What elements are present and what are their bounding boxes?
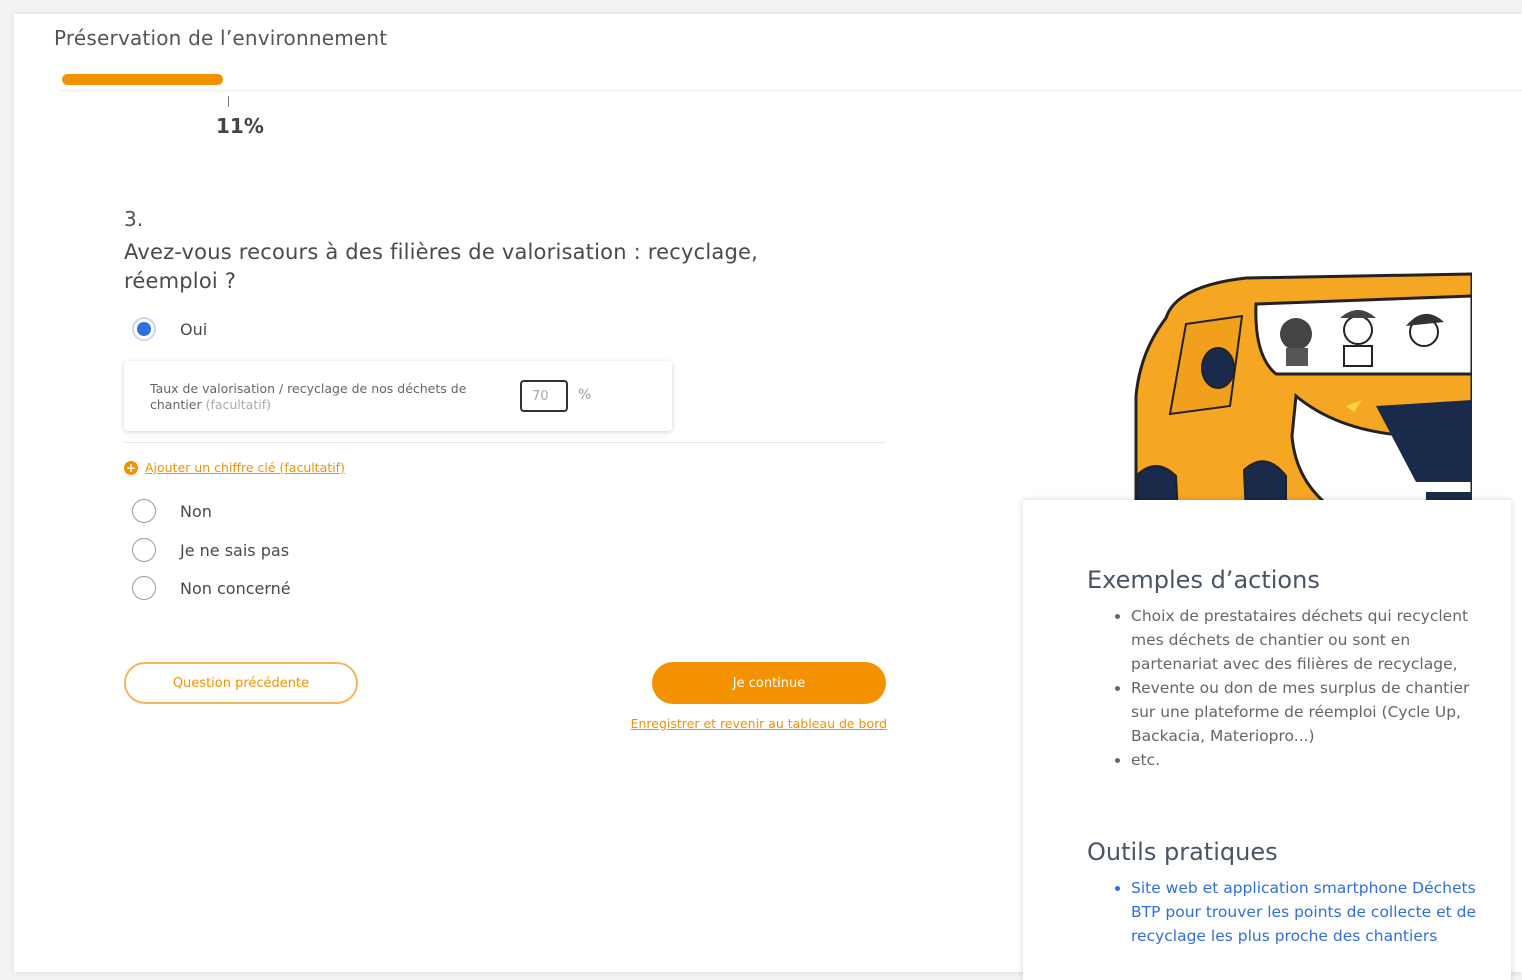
recycling-rate-label: Taux de valorisation / recyclage de nos …	[150, 381, 467, 412]
recycling-rate-card: Taux de valorisation / recyclage de nos …	[124, 361, 672, 431]
recycling-rate-input[interactable]	[520, 380, 568, 412]
option-non-concerne[interactable]: Non concerné	[132, 576, 291, 600]
percent-unit: %	[578, 387, 592, 403]
tools-title: Outils pratiques	[1087, 838, 1278, 866]
plus-circle-icon: +	[124, 460, 138, 475]
radio-oui-selected[interactable]	[132, 317, 156, 341]
question-number: 3.	[124, 207, 144, 231]
questionnaire-page: Préservation de l’environnement 11% 3. A…	[14, 14, 1522, 980]
add-key-figure-link[interactable]: Ajouter un chiffre clé (facultatif)	[145, 460, 345, 475]
option-oui[interactable]: Oui	[132, 317, 207, 341]
van-illustration	[1134, 272, 1472, 514]
radio-non[interactable]	[132, 499, 156, 523]
optional-tag: (facultatif)	[205, 397, 271, 412]
save-and-return-link[interactable]: Enregistrer et revenir au tableau de bor…	[605, 716, 887, 731]
tips-panel: Exemples d’actions Choix de prestataires…	[1023, 500, 1511, 980]
progress-bar-fill	[62, 74, 223, 85]
question-text: Avez-vous recours à des filières de valo…	[124, 240, 758, 293]
progress-label: 11%	[216, 114, 264, 138]
divider	[124, 442, 886, 443]
option-label: Je ne sais pas	[180, 540, 290, 560]
tool-link[interactable]: Site web et application smartphone Déche…	[1131, 876, 1491, 948]
radio-non-concerne[interactable]	[132, 576, 156, 600]
add-key-figure[interactable]: + Ajouter un chiffre clé (facultatif)	[124, 460, 345, 475]
option-non[interactable]: Non	[132, 499, 212, 523]
examples-list: Choix de prestataires déchets qui recycl…	[1087, 604, 1491, 772]
examples-title: Exemples d’actions	[1087, 566, 1320, 594]
option-label: Oui	[180, 319, 208, 339]
option-label: Non concerné	[180, 578, 291, 598]
continue-button[interactable]: Je continue	[652, 662, 886, 704]
list-item: Choix de prestataires déchets qui recycl…	[1131, 604, 1491, 676]
list-item: etc.	[1131, 748, 1491, 772]
progress-tick	[228, 96, 229, 107]
section-title: Préservation de l’environnement	[54, 26, 388, 50]
option-label: Non	[180, 501, 212, 521]
option-je-ne-sais-pas[interactable]: Je ne sais pas	[132, 538, 289, 562]
tools-list: Site web et application smartphone Déche…	[1087, 876, 1491, 948]
progress-track	[60, 72, 1522, 91]
radio-je-ne-sais-pas[interactable]	[132, 538, 156, 562]
list-item: Revente ou don de mes surplus de chantie…	[1131, 676, 1491, 748]
previous-question-button[interactable]: Question précédente	[124, 662, 358, 704]
